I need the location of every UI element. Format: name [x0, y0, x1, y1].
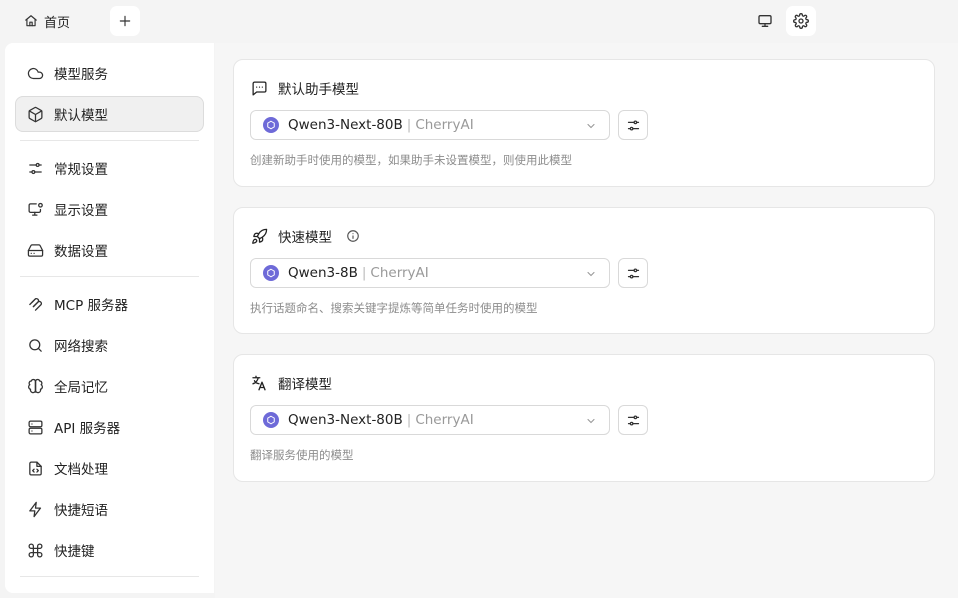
settings-button[interactable]: [786, 6, 816, 36]
home-tab-label: 首页: [44, 15, 71, 31]
plus-icon: [118, 14, 132, 28]
sidebar-item-quick-phrases[interactable]: 快捷短语: [15, 491, 204, 527]
home-tab[interactable]: 首页: [16, 7, 78, 35]
sidebar-item-label: MCP 服务器: [54, 298, 129, 314]
sliders-icon: [626, 118, 641, 133]
sidebar-item-label: API 服务器: [54, 421, 121, 437]
rocket-icon: [250, 227, 268, 245]
model-separator: |: [406, 412, 412, 428]
model-provider: CherryAI: [415, 412, 474, 428]
quick-model-card: 快速模型 Qwen3-8B | CherryAI 执行话题命名、搜索关键字提炼等…: [233, 207, 935, 334]
sidebar-item-label: 网络搜索: [54, 339, 108, 355]
card-description: 创建新助手时使用的模型，如果助手未设置模型，则使用此模型: [250, 153, 572, 167]
card-description: 翻译服务使用的模型: [250, 448, 354, 462]
info-icon[interactable]: [346, 229, 360, 243]
quick-model-select[interactable]: Qwen3-8B | CherryAI: [250, 258, 610, 288]
sidebar-divider: [20, 276, 199, 277]
model-settings-button[interactable]: [618, 258, 648, 288]
top-bar: 首页: [0, 0, 958, 42]
cube-icon: [26, 105, 44, 123]
model-provider-logo: [263, 412, 279, 428]
new-tab-button[interactable]: [110, 6, 140, 36]
search-icon: [26, 336, 44, 354]
monitor-settings-icon: [26, 200, 44, 218]
hard-drive-icon: [26, 241, 44, 259]
sidebar-item-global-memory[interactable]: 全局记忆: [15, 368, 204, 404]
file-code-icon: [26, 459, 44, 477]
chevron-down-icon: [585, 268, 597, 280]
zap-icon: [26, 500, 44, 518]
sidebar-item-label: 文档处理: [54, 462, 108, 478]
sidebar-item-label: 数据设置: [54, 244, 108, 260]
sidebar-divider: [20, 140, 199, 141]
gear-icon: [793, 13, 809, 29]
model-name: Qwen3-Next-80B: [288, 117, 403, 133]
card-title: 翻译模型: [278, 377, 332, 393]
model-provider: CherryAI: [370, 265, 429, 281]
sidebar-item-data-settings[interactable]: 数据设置: [15, 232, 204, 268]
sidebar-item-label: 全局记忆: [54, 380, 108, 396]
sidebar-item-api-server[interactable]: API 服务器: [15, 409, 204, 445]
chevron-down-icon: [585, 415, 597, 427]
sidebar-item-document-processing[interactable]: 文档处理: [15, 450, 204, 486]
model-provider-logo: [263, 265, 279, 281]
mcp-icon: [26, 295, 44, 313]
home-icon: [24, 14, 38, 28]
card-header: 快速模型: [250, 226, 360, 246]
chevron-down-icon: [585, 120, 597, 132]
sidebar-item-mcp-servers[interactable]: MCP 服务器: [15, 286, 204, 322]
default-assistant-model-card: 默认助手模型 Qwen3-Next-80B | CherryAI 创建新助手时使…: [233, 59, 935, 187]
model-provider: CherryAI: [415, 117, 474, 133]
model-name: Qwen3-8B: [288, 265, 358, 281]
sliders-icon: [26, 159, 44, 177]
card-header: 默认助手模型: [250, 78, 359, 98]
sidebar-item-label: 常规设置: [54, 162, 108, 178]
sliders-icon: [626, 266, 641, 281]
display-mode-button[interactable]: [750, 6, 780, 36]
server-icon: [26, 418, 44, 436]
card-header: 翻译模型: [250, 373, 332, 393]
sidebar-item-default-model[interactable]: 默认模型: [15, 96, 204, 132]
brain-icon: [26, 377, 44, 395]
model-provider-logo: [263, 117, 279, 133]
model-separator: |: [406, 117, 412, 133]
translate-model-select[interactable]: Qwen3-Next-80B | CherryAI: [250, 405, 610, 435]
translate-icon: [250, 374, 268, 392]
translate-model-card: 翻译模型 Qwen3-Next-80B | CherryAI 翻译服务使用的模型: [233, 354, 935, 482]
model-settings-button[interactable]: [618, 405, 648, 435]
default-model-panel: 默认助手模型 Qwen3-Next-80B | CherryAI 创建新助手时使…: [215, 43, 958, 598]
sidebar-item-general-settings[interactable]: 常规设置: [15, 150, 204, 186]
model-separator: |: [361, 265, 367, 281]
sidebar-item-label: 显示设置: [54, 203, 108, 219]
card-title: 快速模型: [278, 230, 332, 246]
sidebar-item-web-search[interactable]: 网络搜索: [15, 327, 204, 363]
sidebar-item-label: 快捷短语: [54, 503, 108, 519]
sliders-icon: [626, 413, 641, 428]
card-title: 默认助手模型: [278, 82, 359, 98]
sidebar-divider: [20, 576, 199, 577]
card-description: 执行话题命名、搜索关键字提炼等简单任务时使用的模型: [250, 301, 538, 315]
cloud-icon: [26, 64, 44, 82]
message-icon: [250, 79, 268, 97]
default-assistant-model-select[interactable]: Qwen3-Next-80B | CherryAI: [250, 110, 610, 140]
model-name: Qwen3-Next-80B: [288, 412, 403, 428]
model-settings-button[interactable]: [618, 110, 648, 140]
sidebar-item-label: 默认模型: [54, 108, 108, 124]
command-icon: [26, 541, 44, 559]
sidebar-item-label: 快捷键: [54, 544, 95, 560]
sidebar-item-model-service[interactable]: 模型服务: [15, 55, 204, 91]
settings-sidebar: 模型服务 默认模型 常规设置 显示设置 数据设置 MCP 服务器 网络搜索 全局…: [5, 43, 214, 593]
sidebar-item-shortcuts[interactable]: 快捷键: [15, 532, 204, 568]
sidebar-item-display-settings[interactable]: 显示设置: [15, 191, 204, 227]
sidebar-item-label: 模型服务: [54, 67, 108, 83]
monitor-icon: [757, 13, 773, 29]
